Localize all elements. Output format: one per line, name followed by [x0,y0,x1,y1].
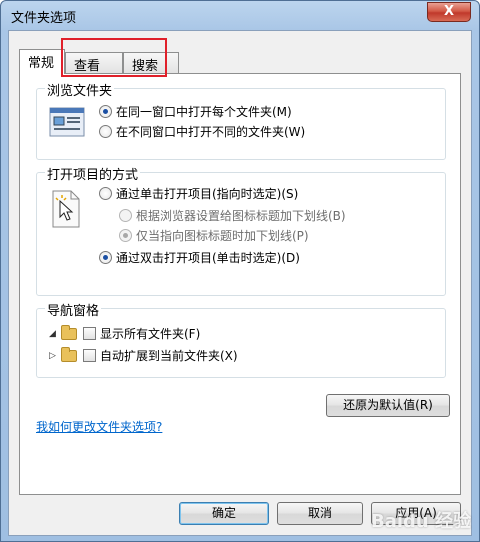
close-icon: X [443,4,455,19]
cancel-button[interactable]: 取消 [277,502,363,525]
general-tab-panel: 浏览文件夹 在同一窗口中打开每个文件夹(M) 在不同窗口中打开不同的文件夹(W) [19,73,461,495]
radio-single-click[interactable]: 通过单击打开项目(指向时选定)(S) [99,185,298,202]
restore-defaults-button[interactable]: 还原为默认值(R) [326,394,450,417]
radio-double-click-label: 通过双击打开项目(单击时选定)(D) [116,251,300,265]
auto-expand-row[interactable]: ▷ 自动扩展到当前文件夹(X) [49,346,238,364]
tab-general[interactable]: 常规 [19,49,65,74]
radio-new-window-indicator[interactable] [99,125,112,138]
tree-collapsed-icon: ▷ [49,350,56,361]
dialog-client: 常规 查看 搜索 浏览文件夹 在同一窗口中打开每个文件夹(M) 在不同窗口中打开… [8,30,472,536]
title-bar[interactable]: 文件夹选项 X [1,1,479,29]
radio-underline-point-indicator[interactable] [119,229,132,242]
folder-icon [61,324,77,340]
radio-double-click[interactable]: 通过双击打开项目(单击时选定)(D) [99,249,300,266]
auto-expand-checkbox[interactable] [83,349,96,362]
help-link[interactable]: 我如何更改文件夹选项? [36,418,162,435]
radio-new-window[interactable]: 在不同窗口中打开不同的文件夹(W) [99,123,305,140]
radio-new-window-label: 在不同窗口中打开不同的文件夹(W) [116,125,306,139]
radio-same-window-label: 在同一窗口中打开每个文件夹(M) [116,105,292,119]
window-illustration-icon [49,107,85,137]
window-title: 文件夹选项 [11,11,77,26]
show-all-folders-label: 显示所有文件夹(F) [100,327,201,341]
radio-underline-point[interactable]: 仅当指向图标标题时加下划线(P) [119,227,309,244]
radio-single-click-indicator[interactable] [99,187,112,200]
ok-button[interactable]: 确定 [179,502,269,525]
show-all-folders-checkbox[interactable] [83,327,96,340]
browse-folders-group: 浏览文件夹 在同一窗口中打开每个文件夹(M) 在不同窗口中打开不同的文件夹(W) [36,80,446,160]
folder-icon [61,346,77,362]
radio-double-click-indicator[interactable] [99,251,112,264]
radio-underline-browser-indicator[interactable] [119,209,132,222]
cursor-document-icon [52,190,80,228]
close-button[interactable]: X [427,2,471,22]
tab-search[interactable]: 搜索 [123,52,179,74]
radio-underline-browser[interactable]: 根据浏览器设置给图标标题加下划线(B) [119,207,346,224]
radio-underline-point-label: 仅当指向图标标题时加下划线(P) [136,229,309,243]
apply-button[interactable]: 应用(A) [371,502,461,525]
click-items-group: 打开项目的方式 通过单击打开项目(指向时选定)(S) 根据浏览器设置给图标标题加… [36,164,446,296]
radio-same-window-indicator[interactable] [99,105,112,118]
auto-expand-label: 自动扩展到当前文件夹(X) [100,349,238,363]
click-items-legend: 打开项目的方式 [45,164,141,183]
navigation-pane-group: 导航窗格 ◢ 显示所有文件夹(F) ▷ 自动扩展到当前文件夹(X) [36,300,446,378]
radio-same-window[interactable]: 在同一窗口中打开每个文件夹(M) [99,103,292,120]
show-all-folders-row[interactable]: ◢ 显示所有文件夹(F) [49,324,201,342]
navigation-pane-legend: 导航窗格 [45,300,102,319]
radio-underline-browser-label: 根据浏览器设置给图标标题加下划线(B) [136,209,346,223]
radio-single-click-label: 通过单击打开项目(指向时选定)(S) [116,187,299,201]
tab-view[interactable]: 查看 [65,52,123,74]
browse-folders-legend: 浏览文件夹 [45,80,115,99]
folder-options-window: 文件夹选项 X 常规 查看 搜索 浏览文件夹 在同一窗口中打开每个文件夹(M) … [0,0,480,542]
tree-expanded-icon: ◢ [49,328,56,339]
